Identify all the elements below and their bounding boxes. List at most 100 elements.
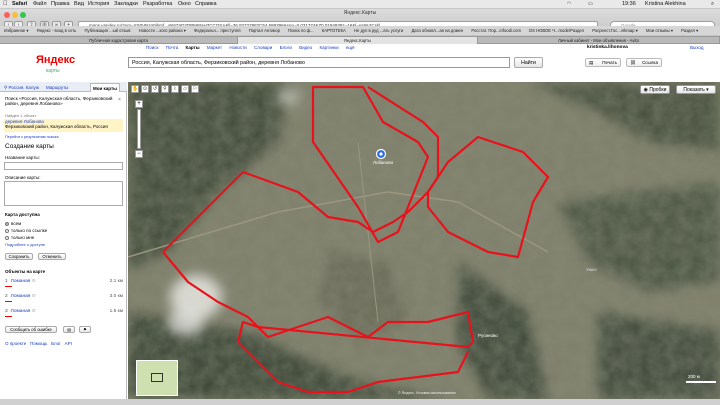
bookmark-item[interactable]: Росстат. Пор...infoodi.com <box>471 28 521 33</box>
bookmark-item[interactable]: DS НОВОЕ Ч...mode/Раздел <box>529 28 584 33</box>
blog-link[interactable]: Блог <box>51 341 61 346</box>
magnify-tool-icon[interactable]: ⚲ <box>161 85 169 93</box>
service-link[interactable]: Новости <box>229 45 246 50</box>
bookmark-item[interactable]: Публикация ...ый отзыв <box>85 28 131 33</box>
draw-polygon-icon[interactable]: ▱ <box>181 85 189 93</box>
service-link[interactable]: Поиск <box>146 45 158 50</box>
search-icon[interactable]: ⌕ <box>711 0 714 9</box>
bookmark-item[interactable]: Не дуп в руд ...ать услуги <box>354 28 403 33</box>
bookmark-item[interactable]: Мои отзывы ▾ <box>646 28 673 33</box>
minimap[interactable] <box>136 360 178 396</box>
line-swatch <box>5 286 12 287</box>
zoom-slider[interactable] <box>137 109 141 149</box>
service-link[interactable]: Маркет <box>207 45 222 50</box>
tab-avito[interactable]: Личный кабинет - Мои объявления - Avito <box>478 37 720 44</box>
scale-bar <box>686 381 716 383</box>
hand-tool-icon[interactable]: ✋ <box>131 85 139 93</box>
tab-my-maps[interactable]: Мои карты <box>90 83 121 92</box>
tab-yandex-maps[interactable]: Яндекс.Карты <box>238 37 478 44</box>
bookmark-item[interactable]: Портал Антикор <box>249 28 280 33</box>
embed-button[interactable]: ⚑ <box>79 326 91 333</box>
sidebar-tabs: ⚲ Россия, Калуж Маршруты Мои карты <box>0 82 127 92</box>
results-link[interactable]: Перейти к результатам поиска <box>5 135 59 139</box>
service-link[interactable]: Картинки <box>320 45 339 50</box>
bookmark-item[interactable]: Избранное ▾ <box>4 28 29 33</box>
menu-develop[interactable]: Разработка <box>143 0 172 9</box>
about-link[interactable]: О проекте <box>5 341 26 346</box>
menu-window[interactable]: Окно <box>178 0 191 9</box>
satellite-map[interactable]: ✋ ⊙ ↺ ⚲ ⌇ ▱ ⚐ ◉ Пробки Показать ▾ + − Ло… <box>128 82 720 399</box>
info-icon[interactable]: ⊙ <box>32 309 36 314</box>
result-address: Ферзиковский район, Калужская область, Р… <box>5 124 108 129</box>
access-more-link[interactable]: Подробнее о доступе <box>5 242 45 247</box>
logout-link[interactable]: Выход <box>690 45 703 50</box>
tab-routes[interactable]: Маршруты <box>44 83 70 92</box>
map-description-textarea[interactable] <box>4 181 123 206</box>
bookmark-item[interactable]: Новости ...кого района ▾ <box>139 28 186 33</box>
show-layers-button[interactable]: Показать ▾ <box>676 85 716 94</box>
user-name[interactable]: Kristina Alekhina <box>645 0 686 9</box>
menu-file[interactable]: Файл <box>33 0 47 9</box>
zoom-in-button[interactable]: + <box>135 100 143 108</box>
yandex-logo[interactable]: Яндекс <box>36 54 75 66</box>
window-bottom <box>0 399 720 405</box>
menu-app[interactable]: Safari <box>12 0 27 9</box>
tab-cadastral[interactable]: Публичная кадастровая карта <box>0 37 238 44</box>
draw-polyline-icon[interactable]: ⌇ <box>171 85 179 93</box>
bookmark-item[interactable]: Дата обновл...ая на домен <box>411 28 463 33</box>
print-button[interactable]: ▤ Печать <box>585 58 621 67</box>
search-result-item[interactable]: деревня Лобаново Ферзиковский район, Кал… <box>4 119 123 132</box>
info-icon[interactable]: ⊙ <box>32 279 36 284</box>
report-error-button[interactable]: Сообщить об ошибке <box>5 326 57 333</box>
menu-bookmarks[interactable]: Закладки <box>114 0 138 9</box>
clock[interactable]: 19:36 <box>622 0 636 9</box>
tab-search-result[interactable]: ⚲ Россия, Калуж <box>2 83 41 92</box>
service-link[interactable]: Почта <box>166 45 179 50</box>
api-link[interactable]: API <box>65 341 72 346</box>
account-name[interactable]: kristinka.lihonova <box>587 45 628 50</box>
service-link[interactable]: ещё <box>346 45 355 50</box>
route-tool-icon[interactable]: ↺ <box>151 85 159 93</box>
menu-view[interactable]: Вид <box>74 0 84 9</box>
menu-help[interactable]: Справка <box>195 0 217 9</box>
object-item-2[interactable]: 2 Ломаная ⊙ 3.0 км <box>5 293 123 302</box>
tab-bar: Публичная кадастровая карта Яндекс.Карты… <box>0 37 720 44</box>
bookmark-item[interactable]: Яндекс - вход в сеть <box>37 28 77 33</box>
save-button[interactable]: Сохранить <box>5 253 33 260</box>
bookmark-item[interactable]: Росреест.Гос...vrkmap ▾ <box>592 28 638 33</box>
access-option-all[interactable]: всем <box>5 221 21 226</box>
zoom-out-button[interactable]: − <box>135 150 143 158</box>
map-name-label: Название карты: <box>5 155 40 160</box>
service-link[interactable]: Видео <box>299 45 312 50</box>
object-item-1[interactable]: 1 Ломаная ⊙ 2.1 км <box>5 278 123 287</box>
menu-history[interactable]: История <box>88 0 109 9</box>
service-link[interactable]: Словари <box>254 45 272 50</box>
find-button[interactable]: Найти <box>514 57 543 68</box>
ruler-tool-icon[interactable]: ⊙ <box>141 85 149 93</box>
apple-icon[interactable]:  <box>3 0 8 9</box>
access-option-me[interactable]: только мне <box>5 235 34 240</box>
info-icon[interactable]: ⊙ <box>32 294 36 299</box>
cancel-button[interactable]: Отменить <box>38 253 66 260</box>
link-button[interactable]: ⛓ Ссылка <box>626 58 662 67</box>
print-map-button[interactable]: ▤ <box>63 326 75 333</box>
bookmark-item[interactable]: Поиск по ф... <box>288 28 313 33</box>
placemark-icon[interactable]: ⚐ <box>191 85 199 93</box>
service-link-current[interactable]: Карты <box>186 45 200 50</box>
bookmark-item[interactable]: КАРТОТЕКА <box>322 28 346 33</box>
service-link[interactable]: Блоги <box>280 45 292 50</box>
map-name-input[interactable] <box>4 162 123 170</box>
scale-label: 200 м <box>688 374 700 379</box>
address-search-input[interactable]: Россия, Калужская область, Ферзиковский … <box>128 57 510 68</box>
found-count: Найден 1 объект <box>5 113 37 118</box>
wifi-icon[interactable]: ◠ <box>567 0 571 9</box>
bookmark-item[interactable]: Раздел ▾ <box>681 28 698 33</box>
object-item-3[interactable]: 3 Ломаная ⊙ 1.5 км <box>5 308 123 317</box>
traffic-button[interactable]: ◉ Пробки <box>640 85 670 94</box>
access-option-link[interactable]: только по ссылке <box>5 228 47 233</box>
menu-edit[interactable]: Правка <box>51 0 70 9</box>
help-link[interactable]: Помощь <box>30 341 47 346</box>
bookmark-item[interactable]: Федеральн... преступля <box>194 28 241 33</box>
battery-icon[interactable]: ▭ <box>588 0 593 9</box>
close-search-icon[interactable]: × <box>118 97 121 103</box>
